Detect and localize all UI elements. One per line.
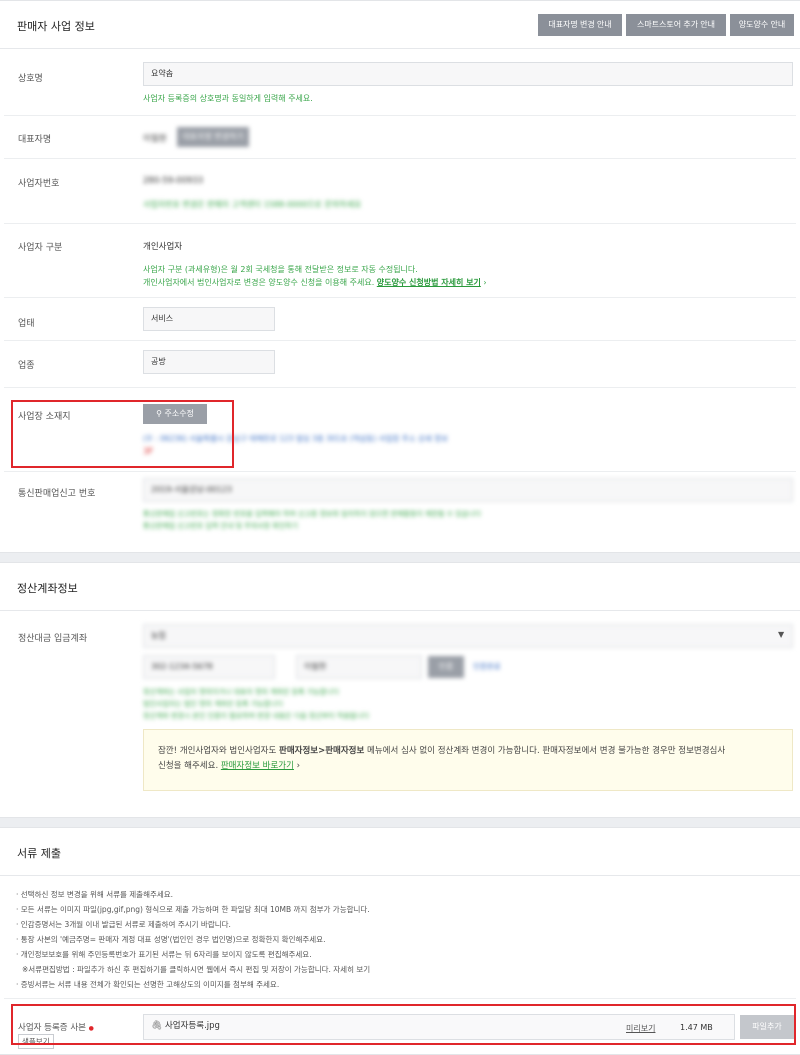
ceo-name-label: 대표자명 — [18, 135, 52, 145]
mail-order-hint: 통신판매업 신고번호는 정확한 번호를 입력해야 하며 신고증 정보와 일치하지… — [143, 510, 482, 518]
category-label: 업태 — [18, 319, 35, 329]
item-label: 업종 — [18, 361, 35, 371]
item-input[interactable]: 공방 — [143, 350, 275, 374]
divider — [0, 48, 800, 49]
company-name-input[interactable]: 요약솝 — [143, 62, 793, 86]
business-type-hint-2-text: 개인사업자에서 법인사업자로 변경은 양도양수 신청을 이용해 주세요. — [143, 278, 375, 287]
account-label: 정산대금 입금계좌 — [18, 634, 88, 644]
divider — [4, 998, 796, 999]
divider — [0, 875, 800, 876]
notice-text-3: 신청을 해주세요. — [158, 761, 221, 771]
account-verify-button[interactable]: 인증 — [428, 656, 464, 678]
mail-order-label: 통신판매업신고 번호 — [18, 489, 96, 499]
notice-line-2: 신청을 해주세요. 판매자정보 바로가기 › — [158, 759, 782, 774]
ceo-change-guide-button[interactable]: 대표자명 변경 안내 — [538, 14, 622, 36]
divider — [4, 115, 796, 116]
chevron-down-icon: ▼ — [778, 630, 785, 639]
settlement-notice: 잠깐! 개인사업자와 법인사업자도 판매자정보>판매자정보 메뉴에서 심사 없이… — [143, 729, 793, 791]
store-add-guide-button[interactable]: 스마트스토어 추가 안내 — [626, 14, 726, 36]
address-highlight-box — [11, 400, 234, 468]
account-number-input[interactable]: 302-1234-5678 — [143, 655, 275, 679]
category-input[interactable]: 서비스 — [143, 307, 275, 331]
notice-bold: 판매자정보>판매자정보 — [279, 746, 365, 756]
account-verify-status: 인증완료 — [473, 662, 501, 671]
mail-order-input[interactable]: 2019-서울강남-00123 — [143, 478, 793, 502]
company-name-label: 상호명 — [18, 74, 43, 84]
settlement-hint-3: 정산계좌 변경시 본인 인증이 필요하며 변경 내용은 다음 정산부터 적용됩니… — [143, 712, 370, 720]
business-number-hint: 사업자번호 변경은 판매자 고객센터 1588-0000으로 문의하세요 — [143, 200, 362, 209]
notice-text-2: 메뉴에서 심사 없이 정산계좌 변경이 가능합니다. 판매자정보에서 변경 불가… — [364, 746, 726, 756]
divider — [4, 223, 796, 224]
doc-guide-line: · 통장 사본의 '예금주명= 판매자 계정 대표 성명'(법인인 경우 법인명… — [16, 935, 326, 944]
doc-guide-line: · 증빙서류는 서류 내용 전체가 확인되는 선명한 고해상도의 이미지를 첨부… — [16, 980, 280, 989]
company-name-hint: 사업자 등록증의 상호명과 동일하게 입력해 주세요. — [143, 94, 313, 103]
business-type-label: 사업자 구분 — [18, 243, 63, 253]
file-row-highlight-box — [11, 1004, 796, 1045]
notice-text: 잠깐! 개인사업자와 법인사업자도 — [158, 746, 279, 756]
business-number-value: 280-59-00933 — [143, 176, 204, 186]
notice-line-1: 잠깐! 개인사업자와 법인사업자도 판매자정보>판매자정보 메뉴에서 심사 없이… — [158, 744, 782, 759]
transfer-guide-button[interactable]: 양도양수 안내 — [730, 14, 794, 36]
settlement-hint-2: 법인사업자는 법인 명의 계좌만 등록 가능합니다 — [143, 700, 283, 708]
seller-info-title: 판매자 사업 정보 — [17, 20, 95, 33]
documents-title: 서류 제출 — [17, 847, 61, 860]
divider — [4, 158, 796, 159]
seller-info-panel: 판매자 사업 정보 대표자명 변경 안내 스마트스토어 추가 안내 양도양수 안… — [0, 0, 800, 553]
seller-info-link[interactable]: 판매자정보 바로가기 — [221, 761, 294, 771]
business-number-label: 사업자번호 — [18, 179, 60, 189]
settlement-title: 정산계좌정보 — [17, 582, 78, 595]
documents-panel: 서류 제출 · 선택하신 정보 변경을 위해 서류를 제출해주세요. · 모든 … — [0, 827, 800, 1055]
doc-guide-line: · 인감증명서는 3개월 이내 발급된 서류로 제출하여 주시기 바랍니다. — [16, 920, 231, 929]
doc-guide-line: · 개인정보보호를 위해 주민등록번호가 표기된 서류는 뒤 6자리를 보이지 … — [16, 950, 312, 959]
bank-select[interactable]: 농협 — [143, 624, 793, 648]
divider — [4, 387, 796, 388]
chevron-right-icon: › — [483, 278, 487, 287]
ceo-name-value: 이필현 — [143, 134, 167, 144]
chevron-right-icon: › — [296, 761, 301, 771]
divider — [4, 340, 796, 341]
doc-guide-line: · 선택하신 정보 변경을 위해 서류를 제출해주세요. — [16, 890, 174, 899]
doc-guide-line: · 모든 서류는 이미지 파일(jpg,gif,png) 형식으로 제출 가능하… — [16, 905, 370, 914]
business-type-hint-2: 개인사업자에서 법인사업자로 변경은 양도양수 신청을 이용해 주세요. 양도양… — [143, 277, 487, 288]
divider — [4, 471, 796, 472]
doc-guide-line: ※서류편집방법 : 파일추가 하신 후 편집하기를 클릭하시면 웹에서 즉시 편… — [22, 965, 371, 974]
account-holder-input[interactable]: 이필현 — [296, 655, 422, 679]
business-type-value: 개인사업자 — [143, 242, 183, 252]
divider — [4, 297, 796, 298]
ceo-change-button[interactable]: 대표자명 변경하기 — [177, 127, 249, 147]
settlement-hint-1: 정산계좌는 사업자 명의이거나 대표자 명의 계좌만 등록 가능합니다 — [143, 688, 339, 696]
transfer-method-link[interactable]: 양도양수 신청방법 자세히 보기 — [377, 278, 481, 287]
divider — [0, 610, 800, 611]
business-type-hint: 사업자 구분 (과세유형)은 월 2회 국세청을 통해 전달받은 정보로 자동 … — [143, 265, 418, 274]
mail-order-hint-2: 통신판매업 신고번호 입력 안내 및 주의사항 확인하기 — [143, 522, 299, 530]
